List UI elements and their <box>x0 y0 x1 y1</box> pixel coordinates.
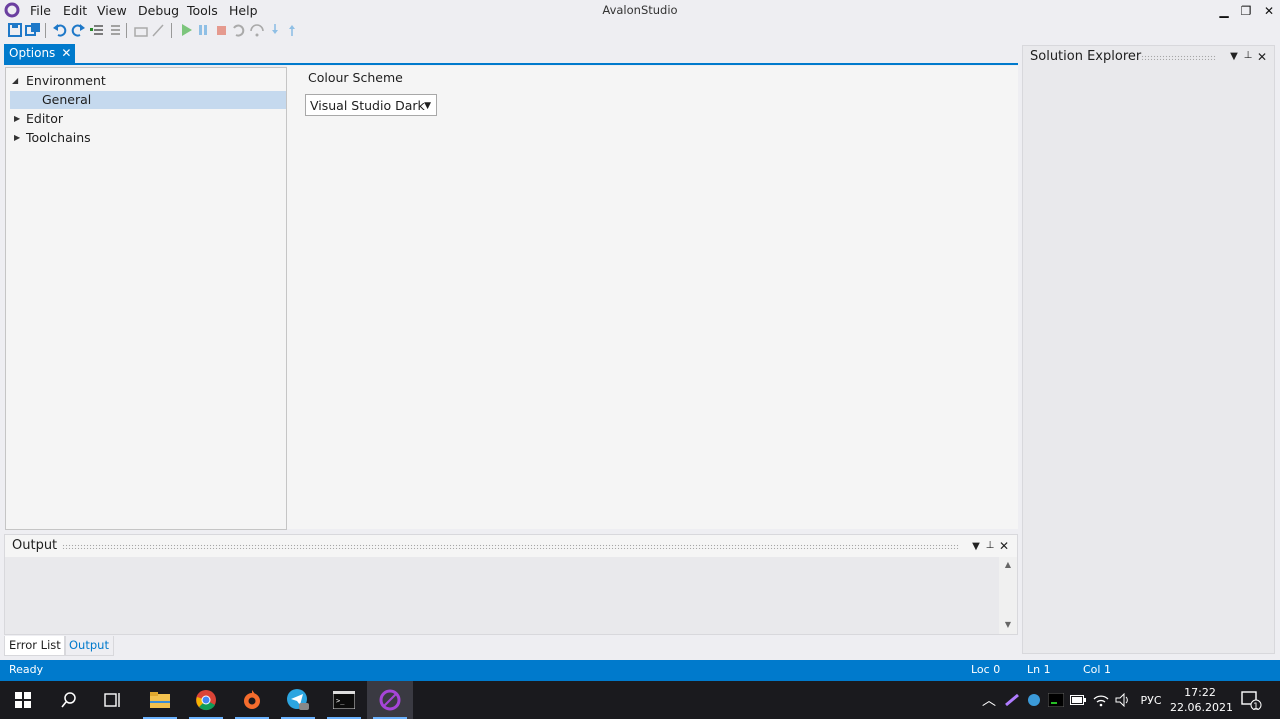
tab-output[interactable]: Output <box>64 636 114 656</box>
chrome-icon[interactable] <box>183 681 229 719</box>
solution-explorer-title: Solution Explorer <box>1030 49 1142 64</box>
tab-options[interactable]: Options ✕ <box>4 44 76 63</box>
close-tab-icon[interactable]: ✕ <box>61 44 71 63</box>
collapsed-arrow-icon[interactable]: ▶ <box>14 110 20 128</box>
uncomment-icon[interactable] <box>106 22 122 38</box>
clock-date: 22.06.2021 <box>1170 701 1233 714</box>
menu-file[interactable]: File <box>30 3 51 18</box>
input-language-indicator[interactable]: РУС <box>1135 681 1167 719</box>
expanded-arrow-icon[interactable]: ◢ <box>12 72 18 90</box>
network-globe-tray-icon[interactable] <box>1024 681 1044 719</box>
panel-drag-grip[interactable] <box>62 544 959 549</box>
colour-scheme-dropdown[interactable]: Visual Studio Dark ▼ <box>305 94 437 116</box>
tree-item-label: Environment <box>26 73 106 88</box>
redo-icon[interactable] <box>70 22 86 38</box>
tree-item-toolchains[interactable]: ▶ Toolchains <box>6 129 282 147</box>
start-icon[interactable] <box>178 22 194 38</box>
system-clock[interactable]: 17:22 22.06.2021 <box>1170 685 1233 715</box>
tree-item-label: Editor <box>26 111 63 126</box>
colour-scheme-value: Visual Studio Dark <box>310 98 425 113</box>
wifi-icon[interactable] <box>1091 681 1111 719</box>
tree-item-general[interactable]: General <box>10 91 286 109</box>
battery-icon[interactable] <box>1068 681 1088 719</box>
status-bar: Ready Loc 0 Ln 1 Col 1 <box>0 660 1280 681</box>
search-icon[interactable] <box>46 681 92 719</box>
save-all-icon[interactable] <box>25 22 41 38</box>
status-location: Loc 0 <box>971 663 1001 676</box>
tab-strip-underline <box>4 63 1018 65</box>
panel-drag-grip[interactable] <box>1141 55 1216 60</box>
step-out-icon[interactable] <box>284 22 300 38</box>
volume-icon[interactable] <box>1113 681 1133 719</box>
options-content-panel <box>287 66 1018 529</box>
telegram-icon[interactable] <box>275 681 321 719</box>
options-tree: ◢ Environment General ▶ Editor ▶ Toolcha… <box>5 67 287 530</box>
notification-count: 1 <box>1253 702 1259 712</box>
avalonstudio-icon[interactable] <box>367 681 413 719</box>
clock-time: 17:22 <box>1184 686 1216 699</box>
restore-button[interactable]: ❐ <box>1235 2 1257 20</box>
comment-icon[interactable] <box>89 22 105 38</box>
terminal-tray-icon[interactable] <box>1045 681 1067 719</box>
windows-taskbar: >_ ︿ РУС 17:22 22.06.2021 1 <box>0 681 1280 719</box>
restart-icon[interactable] <box>230 22 246 38</box>
tree-item-label: Toolchains <box>26 130 91 145</box>
colour-scheme-label: Colour Scheme <box>308 70 403 85</box>
task-view-icon[interactable] <box>90 681 136 719</box>
svg-text:>_: >_ <box>336 697 345 705</box>
show-hidden-icons-chevron-icon[interactable]: ︿ <box>978 681 1000 719</box>
tree-item-editor[interactable]: ▶ Editor <box>6 110 282 128</box>
panel-menu-chevron-icon[interactable]: ▼ <box>970 541 982 552</box>
pin-icon[interactable]: ⊥ <box>984 540 996 551</box>
solution-explorer-panel <box>1022 45 1275 654</box>
output-panel-title: Output <box>12 538 58 553</box>
status-ready: Ready <box>9 663 44 676</box>
panel-menu-chevron-icon[interactable]: ▼ <box>1228 51 1240 62</box>
close-panel-icon[interactable]: ✕ <box>1256 50 1268 64</box>
pen-tray-icon[interactable] <box>1002 681 1022 719</box>
step-over-icon[interactable] <box>249 22 265 38</box>
scroll-up-icon[interactable]: ▲ <box>999 560 1017 569</box>
windows-start-icon[interactable] <box>0 681 46 719</box>
menu-edit[interactable]: Edit <box>63 3 87 18</box>
status-column: Col 1 <box>1083 663 1111 676</box>
step-into-icon[interactable] <box>267 22 283 38</box>
build-icon[interactable] <box>133 22 149 38</box>
menu-help[interactable]: Help <box>229 3 258 18</box>
chevron-down-icon: ▼ <box>424 101 431 111</box>
undo-icon[interactable] <box>52 22 68 38</box>
minimize-button[interactable]: ▁ <box>1213 2 1235 20</box>
scroll-down-icon[interactable]: ▼ <box>999 620 1017 629</box>
tree-item-label: General <box>42 92 92 107</box>
clean-icon[interactable] <box>150 22 166 38</box>
origin-icon[interactable] <box>229 681 275 719</box>
pin-icon[interactable]: ⊥ <box>1242 50 1254 61</box>
menu-tools[interactable]: Tools <box>187 3 218 18</box>
tab-options-label: Options <box>9 46 56 60</box>
status-line: Ln 1 <box>1027 663 1051 676</box>
notification-center-icon[interactable]: 1 <box>1236 681 1266 719</box>
stop-icon[interactable] <box>213 22 229 38</box>
save-icon[interactable] <box>7 22 23 38</box>
toolbar-separator <box>171 23 172 38</box>
file-explorer-icon[interactable] <box>137 681 183 719</box>
tab-error-list[interactable]: Error List <box>4 636 66 656</box>
close-panel-icon[interactable]: ✕ <box>998 539 1010 553</box>
collapsed-arrow-icon[interactable]: ▶ <box>14 129 20 147</box>
terminal-icon[interactable]: >_ <box>321 681 367 719</box>
toolbar-separator <box>45 23 46 38</box>
menu-debug[interactable]: Debug <box>138 3 179 18</box>
toolbar-separator <box>126 23 127 38</box>
avalonstudio-logo-icon <box>4 2 20 18</box>
menu-view[interactable]: View <box>97 3 127 18</box>
close-button[interactable]: ✕ <box>1258 2 1280 20</box>
output-scrollbar[interactable]: ▲ ▼ <box>999 557 1017 634</box>
pause-icon[interactable] <box>195 22 211 38</box>
tree-item-environment[interactable]: ◢ Environment <box>6 72 282 90</box>
